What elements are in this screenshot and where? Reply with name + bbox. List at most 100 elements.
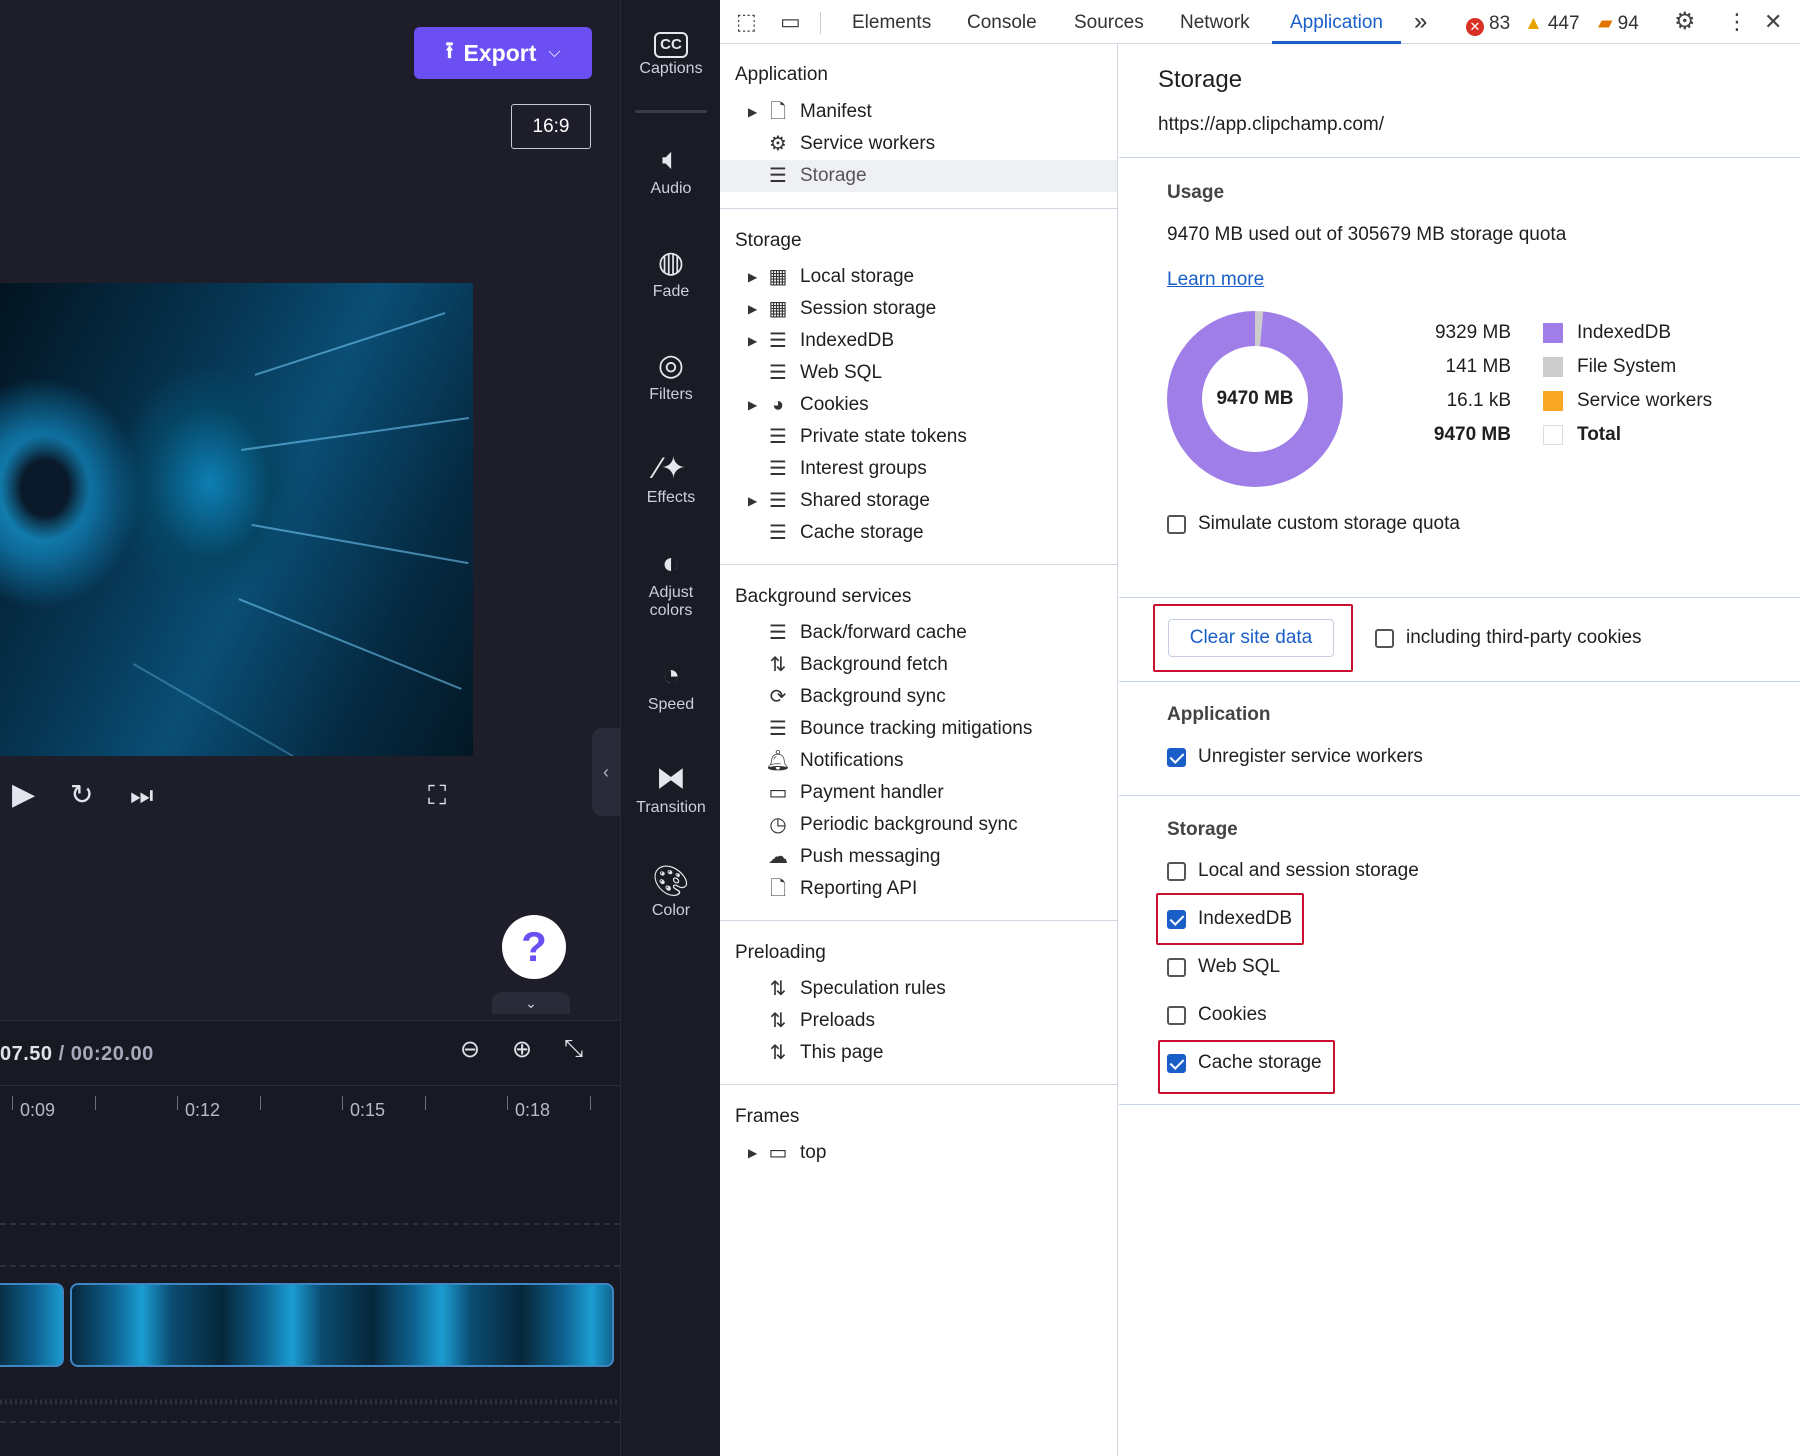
expand-arrow-icon[interactable]: ▶: [748, 485, 757, 517]
nav-item-back-forward-cache[interactable]: ☰ Back/forward cache: [720, 617, 1117, 649]
nav-item-background-fetch[interactable]: ⇅ Background fetch: [720, 649, 1117, 681]
nav-item-preloads[interactable]: ⇅ Preloads: [720, 1005, 1117, 1037]
storage-option-cache-storage[interactable]: Cache storage: [1167, 1046, 1322, 1080]
nav-item-service-workers[interactable]: ⚙ Service workers: [720, 128, 1117, 160]
nav-item-speculation-rules[interactable]: ⇅ Speculation rules: [720, 973, 1117, 1005]
rail-item-fade[interactable]: ◍ Fade: [621, 243, 721, 301]
nav-item-web-sql[interactable]: ☰ Web SQL: [720, 357, 1117, 389]
storage-option-local-session[interactable]: Local and session storage: [1167, 854, 1419, 888]
export-button[interactable]: ⭱ Export ⌵: [414, 27, 592, 79]
tab-network[interactable]: Network: [1180, 0, 1250, 44]
indexeddb-checkbox[interactable]: [1167, 909, 1186, 929]
rail-item-filters[interactable]: ◎ Filters: [621, 346, 721, 404]
expand-arrow-icon[interactable]: ▶: [748, 96, 757, 128]
help-button[interactable]: ?: [502, 915, 566, 979]
expand-arrow-icon[interactable]: ▶: [748, 293, 757, 325]
cache-storage-checkbox[interactable]: [1167, 1053, 1186, 1073]
nav-item-background-sync[interactable]: ⟳ Background sync: [720, 681, 1117, 713]
simulate-quota-option[interactable]: Simulate custom storage quota: [1167, 507, 1460, 541]
expand-arrow-icon[interactable]: ▶: [748, 389, 757, 421]
rail-label: Captions: [639, 60, 703, 77]
unregister-workers-option[interactable]: Unregister service workers: [1167, 740, 1423, 774]
storage-option-cookies[interactable]: Cookies: [1167, 998, 1267, 1032]
nav-item-cookies[interactable]: ▶ ◕ Cookies: [720, 389, 1117, 421]
nav-item-bounce-tracking[interactable]: ☰ Bounce tracking mitigations: [720, 713, 1117, 745]
more-options-icon[interactable]: ⋮: [1726, 0, 1748, 44]
rail-item-captions[interactable]: CC Captions: [621, 20, 721, 78]
nav-item-manifest[interactable]: ▶ 🗋 Manifest: [720, 96, 1117, 128]
third-party-cookies-option[interactable]: including third-party cookies: [1375, 621, 1642, 655]
nav-label: Web SQL: [800, 362, 883, 383]
collapse-timeline-button[interactable]: ⌄: [492, 992, 570, 1014]
tab-console[interactable]: Console: [967, 0, 1037, 44]
expand-arrow-icon[interactable]: ▶: [748, 1137, 757, 1169]
application-sidebar: Application ▶ 🗋 Manifest ⚙ Service workers …: [720, 44, 1118, 1456]
rail-item-effects[interactable]: ⁄✦ Effects: [621, 449, 721, 507]
rail-item-transition[interactable]: ⧓ Transition: [621, 759, 721, 817]
aspect-ratio-button[interactable]: 16:9: [511, 104, 591, 149]
speaker-icon: 🔈︎: [662, 143, 680, 176]
cookies-checkbox[interactable]: [1167, 1005, 1186, 1025]
error-count-badge[interactable]: ✕ 83: [1466, 0, 1510, 44]
nav-label: Speculation rules: [800, 978, 946, 999]
nav-label: Preloads: [800, 1010, 875, 1031]
rail-item-color[interactable]: 🎨︎ Color: [621, 862, 721, 920]
rail-item-audio[interactable]: 🔈︎ Audio: [621, 140, 721, 198]
settings-gear-icon[interactable]: ⚙: [1674, 0, 1696, 44]
nav-item-local-storage[interactable]: ▶ ▦ Local storage: [720, 261, 1117, 293]
issue-count-badge[interactable]: ▰ 94: [1598, 0, 1639, 44]
nav-item-periodic-background-sync[interactable]: ◷ Periodic background sync: [720, 809, 1117, 841]
nav-item-interest-groups[interactable]: ☰ Interest groups: [720, 453, 1117, 485]
learn-more-link[interactable]: Learn more: [1167, 269, 1264, 291]
video-clip[interactable]: [0, 1283, 64, 1367]
timeline-ruler[interactable]: 0:09 0:12 0:15 0:18: [0, 1085, 620, 1129]
tab-application[interactable]: Application: [1272, 0, 1401, 44]
tab-elements[interactable]: Elements: [852, 0, 931, 44]
warning-count-badge[interactable]: ▲ 447: [1524, 0, 1580, 44]
clear-site-data-button[interactable]: Clear site data: [1168, 619, 1334, 657]
nav-item-cache-storage[interactable]: ☰ Cache storage: [720, 517, 1117, 549]
fullscreen-icon[interactable]: ⛶: [428, 770, 446, 820]
nav-item-push-messaging[interactable]: ☁ Push messaging: [720, 841, 1117, 873]
nav-item-private-state-tokens[interactable]: ☰ Private state tokens: [720, 421, 1117, 453]
expand-arrow-icon[interactable]: ▶: [748, 325, 757, 357]
collapse-panel-handle[interactable]: ‹: [592, 728, 620, 816]
nav-item-notifications[interactable]: 🔔︎ Notifications: [720, 745, 1117, 777]
unregister-workers-checkbox[interactable]: [1167, 747, 1186, 767]
inspect-element-icon[interactable]: ⬚: [736, 0, 757, 44]
rail-item-speed[interactable]: ◔ Speed: [621, 656, 721, 714]
third-party-cookies-checkbox[interactable]: [1375, 628, 1394, 648]
skip-to-end-icon[interactable]: ⏭: [130, 770, 153, 820]
nav-item-top-frame[interactable]: ▶ ▭ top: [720, 1137, 1117, 1169]
simulate-quota-label: Simulate custom storage quota: [1198, 513, 1460, 534]
nav-item-indexeddb[interactable]: ▶ ☰ IndexedDB: [720, 325, 1117, 357]
zoom-out-icon[interactable]: ⊖: [460, 1035, 480, 1064]
fit-to-screen-icon[interactable]: ⤡: [564, 1035, 583, 1063]
zoom-in-icon[interactable]: ⊕: [512, 1035, 532, 1064]
nav-item-shared-storage[interactable]: ▶ ☰ Shared storage: [720, 485, 1117, 517]
more-tabs-icon[interactable]: »: [1414, 0, 1427, 44]
track-divider: [0, 1223, 620, 1225]
close-icon[interactable]: ✕: [1764, 0, 1782, 44]
nav-item-this-page[interactable]: ⇅ This page: [720, 1037, 1117, 1069]
expand-arrow-icon[interactable]: ▶: [748, 261, 757, 293]
device-toolbar-icon[interactable]: ▭: [780, 0, 801, 44]
video-preview[interactable]: [0, 283, 473, 756]
nav-item-payment-handler[interactable]: ▭ Payment handler: [720, 777, 1117, 809]
error-icon: ✕: [1466, 18, 1484, 36]
local-session-checkbox[interactable]: [1167, 861, 1186, 881]
video-clip[interactable]: [70, 1283, 614, 1367]
web-sql-checkbox[interactable]: [1167, 957, 1186, 977]
storage-option-web-sql[interactable]: Web SQL: [1167, 950, 1280, 984]
nav-item-session-storage[interactable]: ▶ ▦ Session storage: [720, 293, 1117, 325]
nav-label: Background sync: [800, 686, 946, 707]
rewind-5-icon[interactable]: ↻: [70, 770, 93, 820]
simulate-quota-checkbox[interactable]: [1167, 514, 1186, 534]
nav-item-reporting-api[interactable]: 🗋 Reporting API: [720, 873, 1117, 905]
nav-item-storage[interactable]: ☰ Storage: [720, 160, 1117, 192]
rail-item-adjust-colors[interactable]: ◐ Adjust colors: [621, 544, 721, 620]
rail-divider: [635, 110, 707, 113]
play-icon[interactable]: ▶: [12, 770, 35, 820]
storage-option-indexeddb[interactable]: IndexedDB: [1167, 902, 1292, 936]
tab-sources[interactable]: Sources: [1074, 0, 1144, 44]
